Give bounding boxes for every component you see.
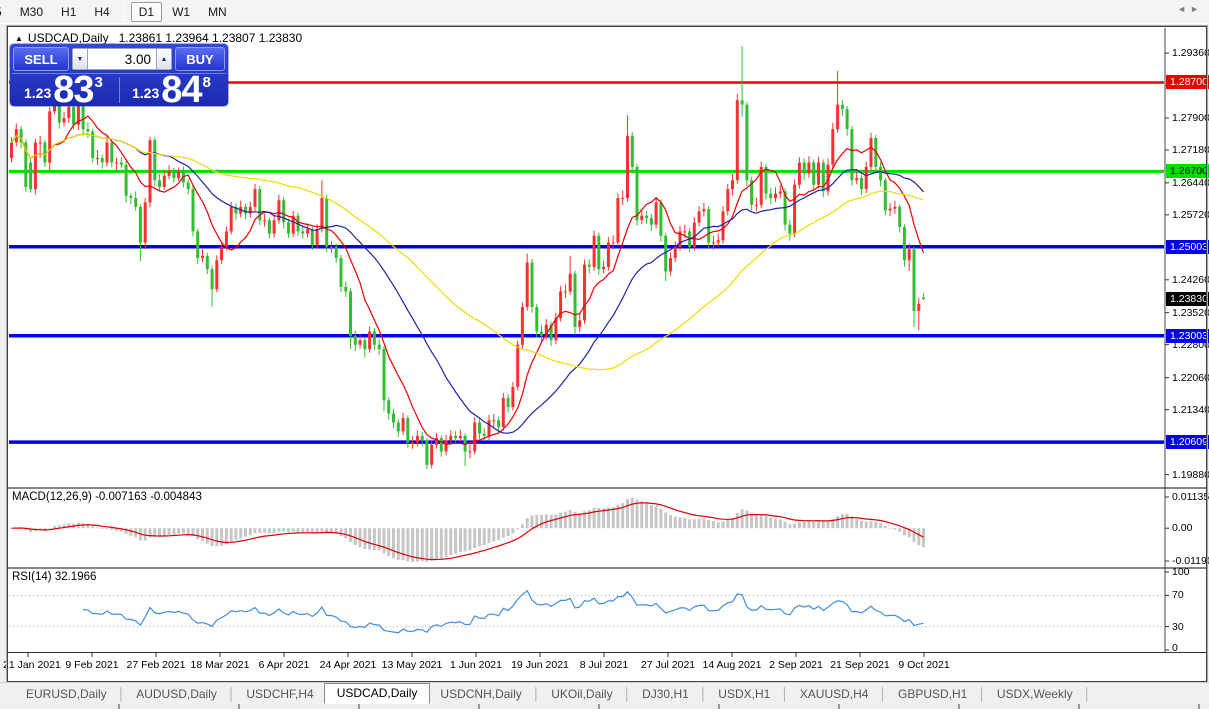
bottom-strip — [0, 704, 1209, 709]
chart-symbol-label: USDCAD,Daily — [28, 31, 109, 45]
tab-separator: │ — [118, 687, 126, 701]
volume-input[interactable] — [88, 48, 156, 70]
price-tick: 1.21340 — [1172, 404, 1209, 416]
date-label: 14 Aug 2021 — [703, 659, 762, 671]
price-tick: 1.25720 — [1172, 209, 1209, 221]
tab-separator: │ — [533, 687, 541, 701]
timeframe-button-5[interactable]: 5 — [0, 2, 10, 22]
price-tick: 1.27180 — [1172, 144, 1209, 156]
date-label: 24 Apr 2021 — [320, 659, 377, 671]
sell-price[interactable]: 1.23833 — [24, 75, 103, 105]
chart-tab-usdchf-h4[interactable]: USDCHF,H4 — [236, 685, 323, 703]
buy-button[interactable]: BUY — [175, 47, 225, 71]
chart-tab-audusd-daily[interactable]: AUDUSD,Daily — [126, 685, 227, 703]
chart-tab-gbpusd-h1[interactable]: GBPUSD,H1 — [888, 685, 977, 703]
date-label: 21 Jan 2021 — [3, 659, 61, 671]
price-badge: 1.26700 — [1166, 164, 1209, 178]
buy-price-small: 1.23 — [132, 85, 159, 101]
tab-separator: │ — [781, 687, 789, 701]
macd-tick: 0.01135 — [1172, 491, 1209, 503]
tab-scroll-arrows[interactable]: ◄► — [1177, 4, 1203, 14]
timeframe-button-m30[interactable]: M30 — [12, 2, 51, 22]
tab-separator: │ — [879, 687, 887, 701]
tab-scroll-left-icon[interactable]: ◄ — [1177, 4, 1190, 14]
collapse-icon[interactable]: ▲ — [15, 34, 23, 43]
tab-scroll-right-icon[interactable]: ► — [1190, 4, 1203, 14]
price-badge: 1.23830 — [1166, 292, 1209, 306]
chart-tab-dj30-h1[interactable]: DJ30,H1 — [632, 685, 699, 703]
price-tick: 1.22060 — [1172, 372, 1209, 384]
chart-canvas[interactable] — [8, 27, 1206, 686]
price-tick: 1.29360 — [1172, 47, 1209, 59]
price-badge: 1.25003 — [1166, 240, 1209, 254]
chart-tab-bar: EURUSD,Daily│AUDUSD,Daily│USDCHF,H4USDCA… — [0, 682, 1209, 704]
price-tick: 1.23520 — [1172, 307, 1209, 319]
chart-tab-eurusd-daily[interactable]: EURUSD,Daily — [16, 685, 117, 703]
price-badge: 1.28700 — [1166, 75, 1209, 89]
tab-separator: │ — [624, 687, 632, 701]
tab-separator: │ — [978, 687, 986, 701]
macd-tick: 0.00 — [1172, 522, 1192, 534]
chart-title: ▲ USDCAD,Daily 1.23861 1.23964 1.23807 1.2… — [15, 31, 302, 45]
date-label: 27 Feb 2021 — [127, 659, 186, 671]
tab-separator: │ — [1084, 687, 1092, 701]
rsi-tick: 70 — [1172, 589, 1184, 601]
timeframe-toolbar: 5M30H1H4 D1W1MN — [0, 0, 1209, 24]
chart-tab-usdcad-daily[interactable]: USDCAD,Daily — [324, 683, 431, 704]
tab-separator: │ — [700, 687, 708, 701]
one-click-trading-panel: SELL ▼ ▲ BUY 1.23833 1.23848 — [10, 44, 228, 106]
date-label: 2 Sep 2021 — [769, 659, 823, 671]
chart-tab-xauusd-h4[interactable]: XAUUSD,H4 — [790, 685, 879, 703]
buy-price-big: 84 — [161, 75, 201, 105]
rsi-tick: 30 — [1172, 621, 1184, 633]
price-tick: 1.27900 — [1172, 112, 1209, 124]
buy-price-sup: 8 — [203, 74, 211, 91]
chart-ohlc-label: 1.23861 1.23964 1.23807 1.23830 — [119, 31, 303, 45]
rsi-label: RSI(14) 32.1966 — [12, 571, 96, 583]
date-label: 1 Jun 2021 — [450, 659, 502, 671]
price-badge: 1.23003 — [1166, 329, 1209, 343]
price-divider — [119, 77, 120, 103]
buy-price[interactable]: 1.23848 — [132, 75, 211, 105]
date-label: 9 Feb 2021 — [65, 659, 118, 671]
price-tick: 1.26440 — [1172, 177, 1209, 189]
price-badge: 1.20609 — [1166, 435, 1209, 449]
chart-tab-usdcnh-daily[interactable]: USDCNH,Daily — [430, 685, 531, 703]
chart-tab-usdx-h1[interactable]: USDX,H1 — [708, 685, 780, 703]
rsi-tick: 0 — [1172, 642, 1178, 654]
timeframe-button-mn[interactable]: MN — [200, 2, 235, 22]
chart-tab-ukoil-daily[interactable]: UKOil,Daily — [541, 685, 622, 703]
sell-button[interactable]: SELL — [13, 47, 69, 71]
date-label: 6 Apr 2021 — [259, 659, 310, 671]
date-label: 19 Jun 2021 — [511, 659, 569, 671]
date-label: 13 May 2021 — [382, 659, 443, 671]
mt4-terminal: 5M30H1H4 D1W1MN ▲ USDCAD,Daily 1.23861 1.23… — [0, 0, 1209, 709]
volume-decrease-button[interactable]: ▼ — [72, 48, 88, 70]
macd-label: MACD(12,26,9) -0.007163 -0.004843 — [12, 491, 202, 503]
timeframe-button-h4[interactable]: H4 — [86, 2, 117, 22]
timeframe-button-d1[interactable]: D1 — [131, 2, 162, 22]
sell-price-sup: 3 — [95, 74, 103, 91]
rsi-tick: 100 — [1172, 566, 1190, 578]
date-label: 9 Oct 2021 — [898, 659, 949, 671]
date-label: 8 Jul 2021 — [580, 659, 628, 671]
toolbar-separator — [124, 4, 125, 20]
tab-separator: │ — [228, 687, 236, 701]
date-label: 18 Mar 2021 — [191, 659, 250, 671]
price-tick: 1.24260 — [1172, 274, 1209, 286]
chart-tab-usdx-weekly[interactable]: USDX,Weekly — [987, 685, 1083, 703]
timeframe-button-h1[interactable]: H1 — [53, 2, 84, 22]
sell-price-small: 1.23 — [24, 85, 51, 101]
sell-price-big: 83 — [53, 75, 93, 105]
date-label: 21 Sep 2021 — [830, 659, 890, 671]
timeframe-button-w1[interactable]: W1 — [164, 2, 198, 22]
price-tick: 1.19880 — [1172, 469, 1209, 481]
volume-increase-button[interactable]: ▲ — [156, 48, 172, 70]
date-label: 27 Jul 2021 — [641, 659, 695, 671]
